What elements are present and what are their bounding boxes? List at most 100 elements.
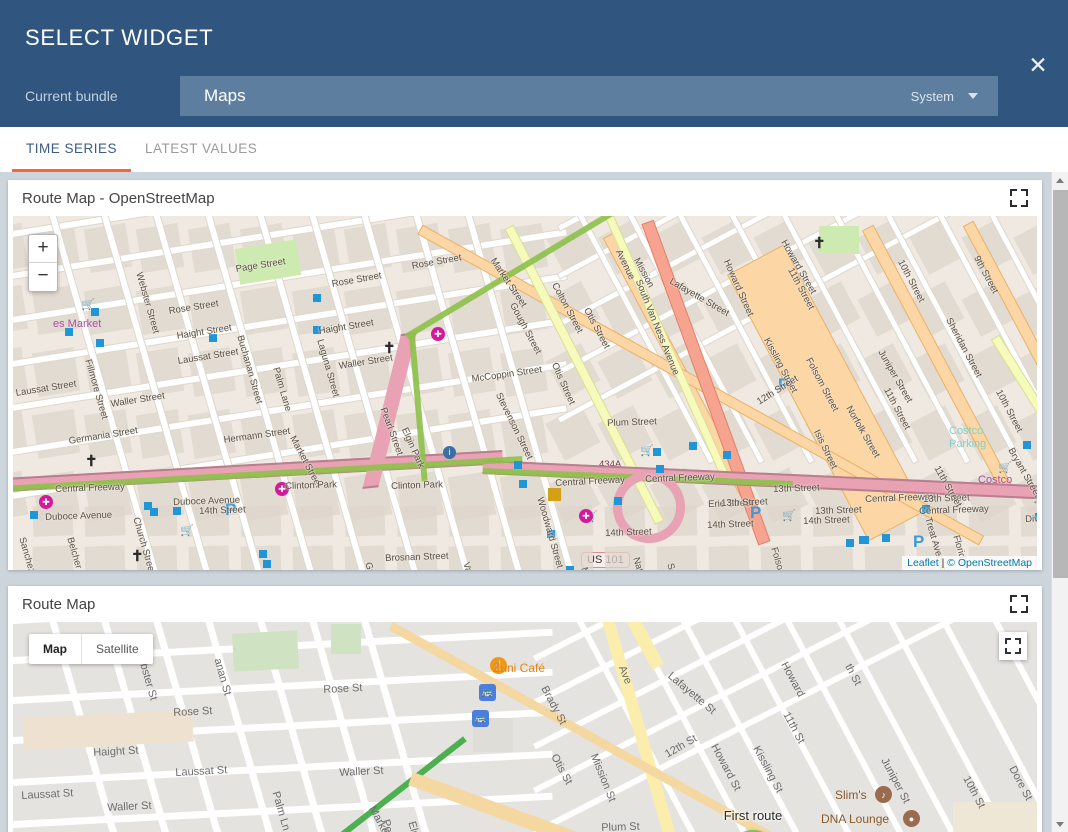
nightlife-icon: ● [903, 810, 920, 827]
shop-icon: 🛒 [180, 525, 194, 537]
map-road [13, 622, 553, 625]
map-point-marker[interactable] [653, 448, 661, 456]
tab-latest-values[interactable]: LATEST VALUES [131, 127, 271, 172]
map-point-marker[interactable] [30, 511, 38, 519]
street-label: Brosnan Street [385, 550, 449, 564]
street-label: 11th St [780, 710, 807, 746]
map-block [188, 545, 230, 570]
chevron-down-icon[interactable] [968, 93, 978, 99]
map-type-control[interactable]: Map Satellite [29, 634, 153, 664]
vertical-scrollbar[interactable] [1051, 172, 1068, 832]
street-label: Laussat St [175, 764, 228, 779]
scroll-down-arrow[interactable] [1052, 816, 1068, 832]
map-type-satellite-button[interactable]: Satellite [82, 634, 153, 664]
map-point-marker[interactable] [313, 294, 321, 302]
map-block [292, 545, 334, 570]
hospital-icon: ✚ [431, 327, 445, 341]
tab-bar: TIME SERIES LATEST VALUES [0, 127, 1068, 172]
zoom-out-button[interactable]: − [29, 263, 57, 291]
street-label: Laussat St [21, 787, 74, 802]
fullscreen-icon[interactable] [1010, 595, 1028, 613]
map-point-marker[interactable] [259, 550, 267, 558]
leaflet-link[interactable]: Leaflet [907, 557, 939, 569]
street-label: Waller St [107, 799, 152, 814]
map-poi-label: DNA Lounge [821, 812, 890, 826]
map-point-marker[interactable] [846, 539, 854, 547]
street-label: Natoma [630, 556, 650, 570]
map-point-marker[interactable] [96, 339, 104, 347]
map-point-marker[interactable] [656, 465, 664, 473]
map-point-marker[interactable] [614, 497, 622, 505]
zoom-control[interactable]: + − [28, 234, 58, 292]
map-block [864, 545, 906, 570]
widget-card-gmap[interactable]: Route Map Map Satellite First route 🚌 🚌 … [8, 586, 1042, 832]
street-label: Division [1025, 512, 1037, 525]
map-point-marker[interactable] [1023, 441, 1031, 449]
map-block [708, 545, 750, 570]
map-point-marker[interactable] [859, 536, 867, 544]
street-label: 14th Street [605, 526, 652, 539]
street-label: Pearl St [379, 818, 401, 832]
map-poi-label: Zuni Café [493, 661, 546, 675]
page-title: SELECT WIDGET [25, 25, 214, 50]
widget-header: Route Map - OpenStreetMap [8, 180, 1042, 216]
current-bundle-row: Current bundle Maps System [0, 76, 1068, 116]
street-label: Haight St [93, 744, 139, 759]
map-point-marker[interactable] [882, 534, 890, 542]
route-marker-label: First route [723, 808, 783, 823]
street-label: Howard [778, 660, 807, 700]
fullscreen-icon[interactable] [999, 632, 1027, 660]
google-map-canvas[interactable]: Map Satellite First route 🚌 🚌🚌🚌🚌🍴♪●Rose … [13, 622, 1037, 832]
map-block [812, 545, 854, 570]
map-point-marker[interactable] [263, 560, 271, 568]
street-label: Plum Street [607, 416, 657, 429]
openstreetmap-link[interactable]: © OpenStreetMap [947, 557, 1032, 569]
map-point-marker[interactable] [173, 507, 181, 515]
map-point-marker[interactable] [566, 566, 574, 570]
bundle-select-value: Maps [204, 86, 246, 105]
map-block [500, 545, 542, 570]
map-point-marker[interactable] [514, 461, 522, 469]
map-poi-label: Parking [949, 438, 987, 450]
fullscreen-icon[interactable] [1010, 189, 1028, 207]
street-label: 13th Street [773, 482, 820, 495]
map-block [84, 545, 126, 570]
info-icon: i [443, 446, 456, 459]
poi-icon [548, 488, 561, 501]
map-point-marker[interactable] [689, 442, 697, 450]
attribution-separator: | [941, 557, 945, 569]
scroll-up-arrow[interactable] [1052, 172, 1068, 188]
shop-icon: 🛒 [81, 299, 95, 311]
street-label: Rose St [323, 681, 363, 696]
transit-icon: 🚌 [472, 710, 489, 727]
hospital-icon: ✚ [579, 509, 593, 523]
map-poi-label: es Market [53, 318, 102, 330]
scroll-thumb[interactable] [1053, 190, 1068, 578]
map-point-marker[interactable] [519, 480, 527, 488]
bundle-select-right: System [911, 76, 978, 116]
place-of-worship-icon: ✝ [85, 453, 98, 470]
map-point-marker[interactable] [150, 508, 158, 516]
map-type-map-button[interactable]: Map [29, 634, 82, 664]
tab-time-series[interactable]: TIME SERIES [12, 127, 132, 172]
street-label: 13th Street [721, 496, 768, 509]
bundle-select[interactable]: Maps System [180, 76, 998, 116]
map-block [22, 709, 194, 751]
street-label: 13th Street [815, 504, 862, 517]
widget-title: Route Map [22, 595, 96, 613]
dialog-header: SELECT WIDGET ✕ Current bundle Maps Syst… [0, 0, 1068, 127]
map-poi-label: Slim's [835, 788, 867, 802]
street-label: Duboce Avenue [45, 509, 113, 523]
map-point-marker[interactable] [723, 451, 731, 459]
widget-card-osm[interactable]: Route Map - OpenStreetMap + − Leaflet | … [8, 180, 1042, 570]
hospital-icon: ✚ [39, 495, 53, 509]
map-poi-label: Costco [978, 474, 1013, 486]
street-label: Mission St [587, 752, 619, 804]
widget-header: Route Map [8, 586, 1042, 622]
map-block [656, 545, 698, 570]
zoom-in-button[interactable]: + [29, 235, 57, 263]
shop-icon: 🛒 [782, 510, 796, 522]
osm-map-canvas[interactable]: + − Leaflet | © OpenStreetMap First rout… [13, 216, 1037, 570]
street-label: Waller St [339, 764, 384, 779]
street-label: Rose St [173, 704, 213, 719]
